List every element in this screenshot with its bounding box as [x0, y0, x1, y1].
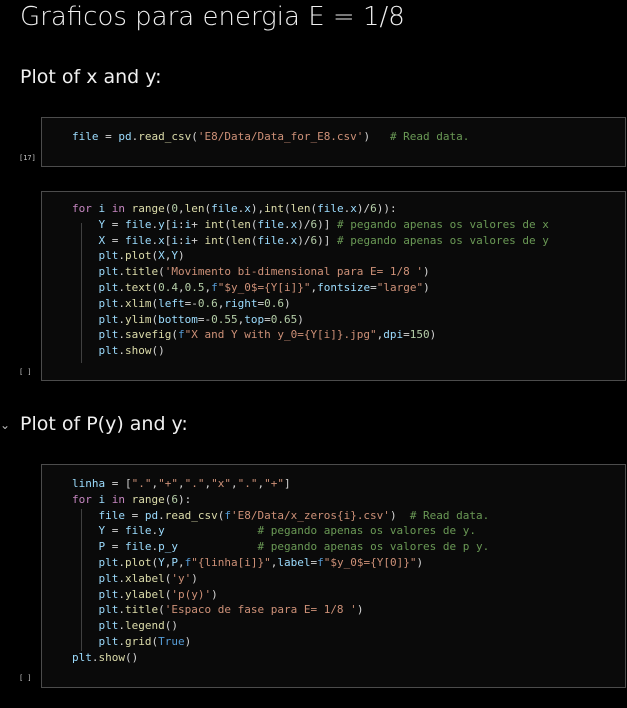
code-line[interactable]: plt.xlim(left=-0.6,right=0.6)	[72, 297, 291, 310]
code-line[interactable]: plt.show()	[72, 651, 138, 664]
code-line[interactable]: plt.show()	[72, 344, 165, 357]
section-heading-xy: Plot of x and y:	[20, 66, 162, 88]
section-heading-py: Plot of P(y) and y:	[20, 413, 188, 435]
code-cell[interactable]: file = pd.read_csv('E8/Data/Data_for_E8.…	[41, 117, 626, 167]
code-line[interactable]: plt.xlabel('y')	[72, 572, 198, 585]
code-line[interactable]: Y = file.y[i:i+ int(len(file.x)/6)] # pe…	[72, 218, 549, 231]
code-line[interactable]: Y = file.y # pegando apenas os valores d…	[72, 524, 477, 537]
code-line[interactable]: linha = [".","+",".","x",".","+"]	[72, 477, 291, 490]
code-line[interactable]: plt.title('Espaco de fase para E= 1/8 ')	[72, 603, 364, 616]
code-line[interactable]: file = pd.read_csv(f'E8/Data/x_zeros{i}.…	[72, 509, 490, 522]
code-cell[interactable]: linha = [".","+",".","x",".","+"] for i …	[41, 464, 626, 688]
code-line[interactable]: plt.grid(True)	[72, 635, 192, 648]
code-line[interactable]: plt.plot(X,Y)	[72, 249, 185, 262]
page-title: Graficos para energia E = 1/8	[20, 2, 405, 32]
execution-count: [ ]	[19, 368, 32, 376]
code-line[interactable]: plt.ylim(bottom=-0.55,top=0.65)	[72, 313, 304, 326]
code-line[interactable]: P = file.p_y # pegando apenas os valores…	[72, 540, 490, 553]
code-line[interactable]: for i in range(0,len(file.x),int(len(fil…	[72, 202, 397, 215]
code-line[interactable]: plt.text(0.4,0.5,f"$y_0$={Y[i]}",fontsiz…	[72, 281, 430, 294]
code-line[interactable]: plt.legend()	[72, 619, 179, 632]
chevron-down-icon[interactable]: ⌄	[0, 418, 10, 432]
code-line[interactable]: plt.ylabel('p(y)')	[72, 588, 218, 601]
code-line[interactable]: X = file.x[i:i+ int(len(file.x)/6)] # pe…	[72, 234, 549, 247]
execution-count: [ ]	[19, 674, 32, 682]
execution-count: [17]	[19, 154, 36, 162]
code-line[interactable]: plt.savefig(f"X and Y with y_0={Y[i]}.jp…	[72, 328, 437, 341]
code-line[interactable]: plt.plot(Y,P,f"{linha[i]}",label=f"$y_0$…	[72, 556, 424, 569]
code-line[interactable]: file = pd.read_csv('E8/Data/Data_for_E8.…	[72, 130, 469, 143]
cell-code[interactable]: linha = [".","+",".","x",".","+"] for i …	[72, 476, 489, 666]
cell-code[interactable]: file = pd.read_csv('E8/Data/Data_for_E8.…	[72, 129, 469, 145]
code-line[interactable]: for i in range(6):	[72, 493, 191, 506]
cell-code[interactable]: for i in range(0,len(file.x),int(len(fil…	[72, 201, 549, 359]
code-cell[interactable]: for i in range(0,len(file.x),int(len(fil…	[41, 191, 626, 381]
code-line[interactable]: plt.title('Movimento bi-dimensional para…	[72, 265, 430, 278]
